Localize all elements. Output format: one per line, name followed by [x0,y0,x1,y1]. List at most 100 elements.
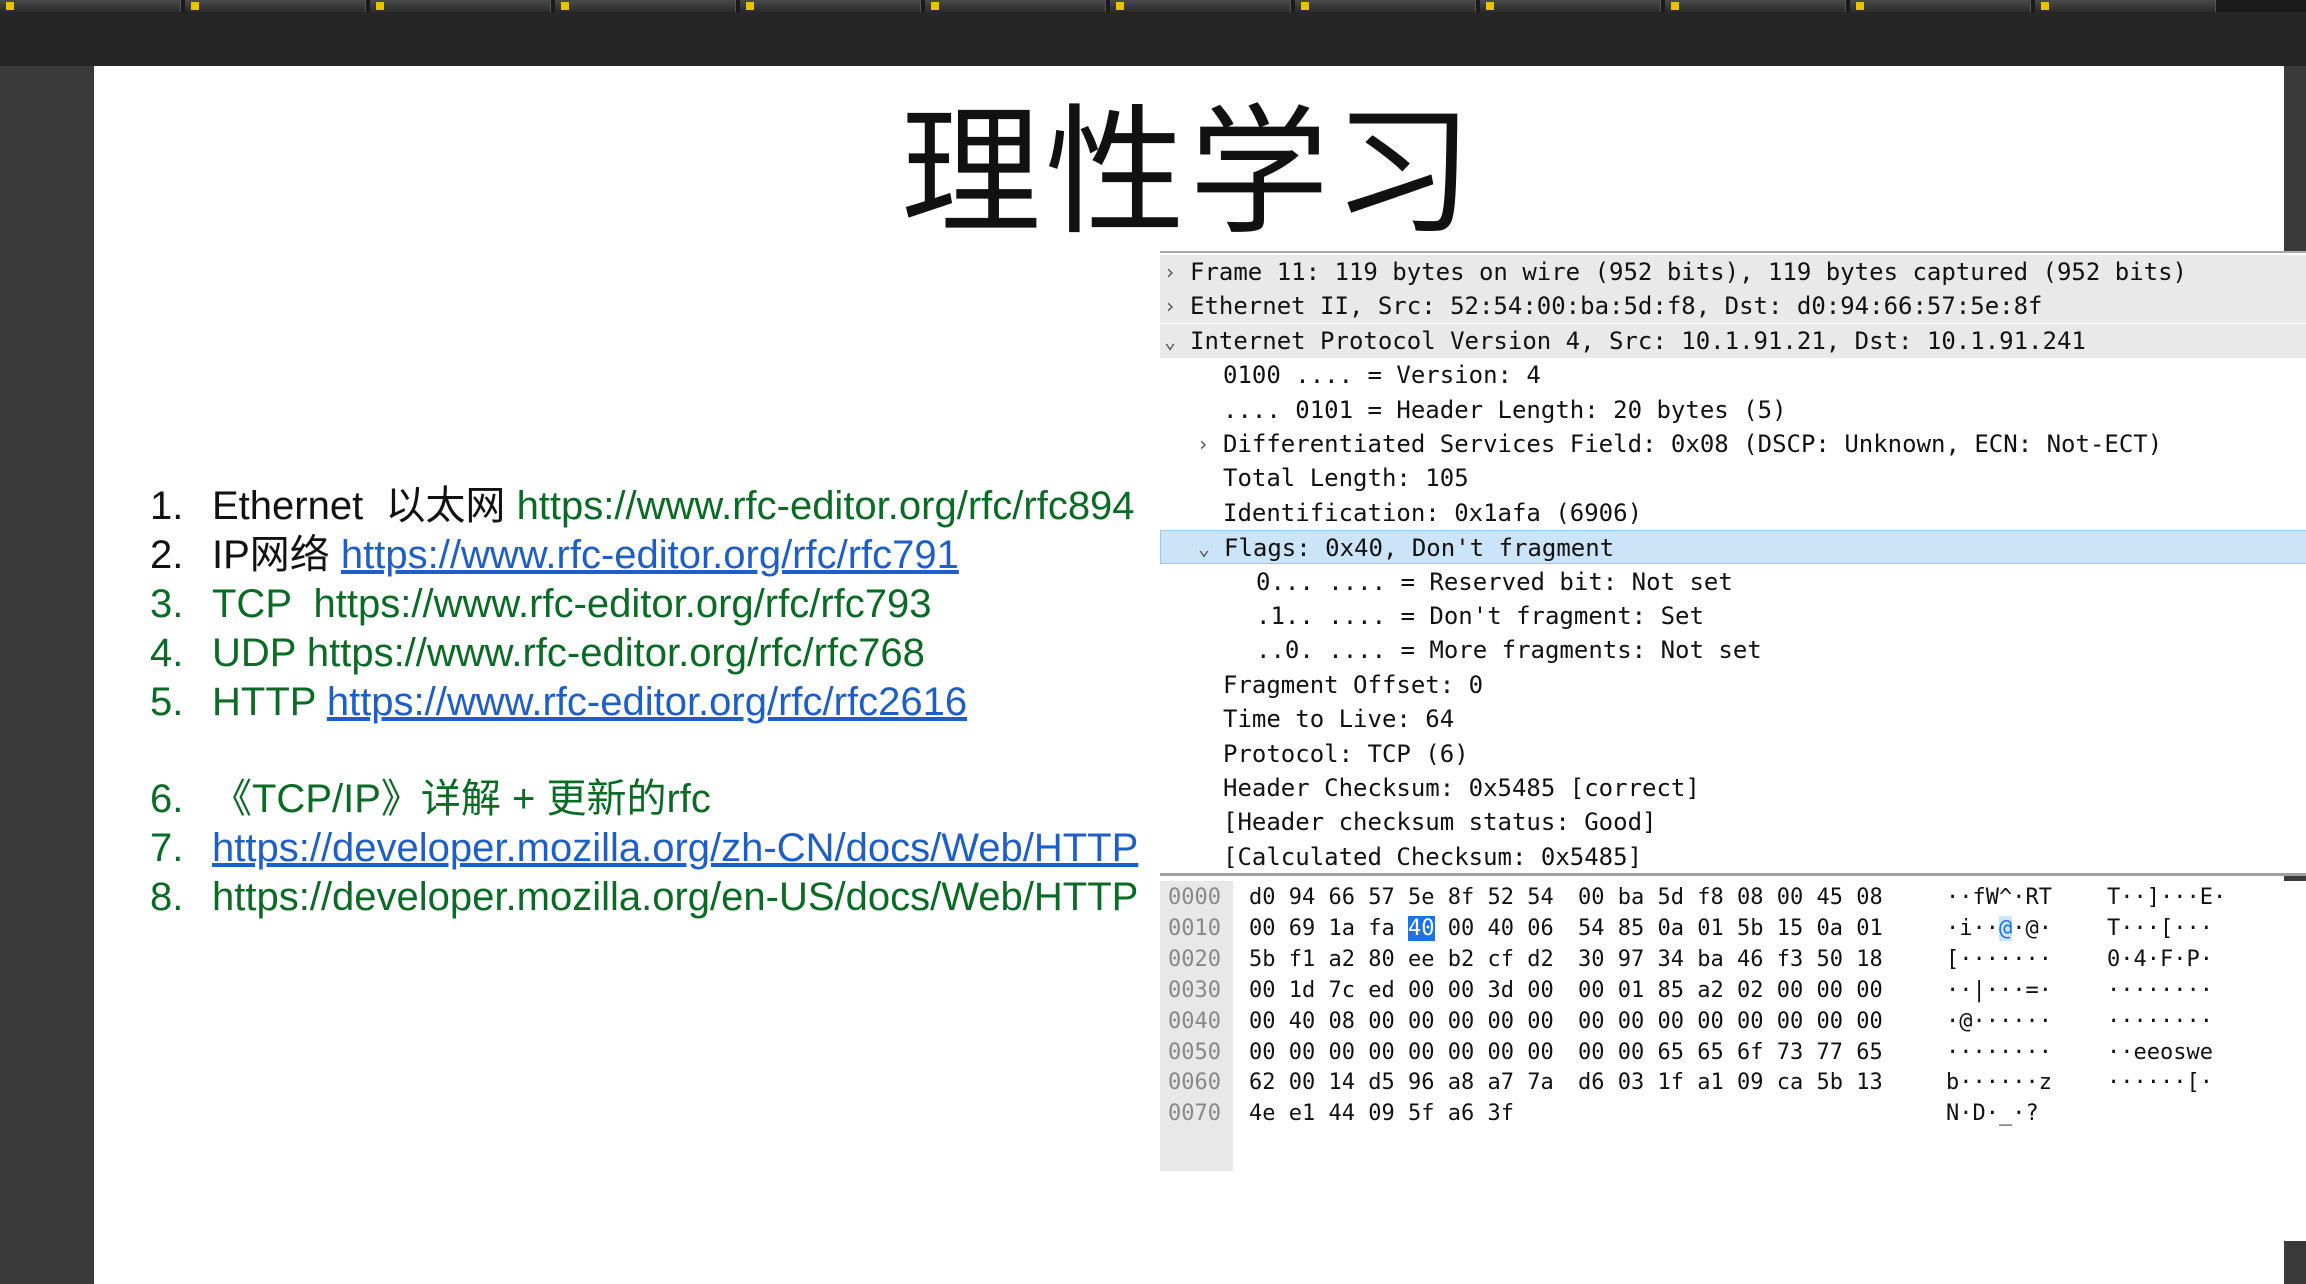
taskbar-button[interactable] [185,0,366,12]
hex-byte[interactable]: 00 [1289,1070,1316,1095]
hex-row[interactable]: 0050 00 00 00 00 00 00 00 00 00 00 65 65 6… [1160,1037,2306,1068]
hex-byte[interactable]: a2 [1329,947,1356,972]
expand-arrow-icon[interactable]: › [1160,289,1180,323]
hex-byte[interactable]: 00 [1368,1040,1395,1065]
hex-byte[interactable]: 1d [1289,978,1316,1003]
taskbar-button[interactable] [1665,0,1846,12]
packet-detail-row[interactable]: Protocol: TCP (6) [1160,737,2306,771]
hex-byte[interactable]: f1 [1289,947,1316,972]
hex-byte[interactable]: 01 [1697,916,1724,941]
packet-detail-row[interactable]: Fragment Offset: 0 [1160,668,2306,702]
hex-byte[interactable]: 85 [1618,916,1645,941]
packet-detail-row[interactable]: › Differentiated Services Field: 0x08 (DS… [1160,427,2306,461]
hex-byte[interactable]: ed [1368,978,1395,1003]
hex-byte[interactable]: 00 [1249,916,1276,941]
hex-byte[interactable]: 00 [1289,1040,1316,1065]
hex-byte[interactable]: 03 [1618,1070,1645,1095]
taskbar-button[interactable] [925,0,1106,12]
hex-byte[interactable]: d6 [1578,1070,1605,1095]
taskbar-button[interactable] [370,0,551,12]
hex-byte[interactable]: 14 [1329,1070,1356,1095]
taskbar-button[interactable] [1295,0,1476,12]
hex-byte[interactable]: f8 [1697,885,1724,910]
hex-byte[interactable]: 65 [1697,1040,1724,1065]
expand-arrow-icon[interactable]: › [1160,255,1180,289]
hex-byte[interactable]: 00 [1527,1040,1554,1065]
hex-byte[interactable]: 00 [1777,885,1804,910]
hex-byte[interactable]: 00 [1527,1009,1554,1034]
hex-byte[interactable]: fa [1368,916,1395,941]
hex-byte[interactable]: 5b [1249,947,1276,972]
hex-byte[interactable]: 96 [1408,1070,1435,1095]
hex-byte[interactable]: 34 [1658,947,1685,972]
taskbar-button[interactable] [1110,0,1291,12]
hex-byte[interactable]: 4e [1249,1101,1276,1126]
hex-byte[interactable]: ca [1777,1070,1804,1095]
hex-byte[interactable]: 00 [1856,1009,1883,1034]
hex-byte[interactable]: 69 [1289,916,1316,941]
packet-detail-row[interactable]: [Calculated Checksum: 0x5485] [1160,840,2306,874]
hex-byte[interactable]: 00 [1488,1040,1515,1065]
hex-byte[interactable]: 94 [1289,885,1316,910]
hex-byte[interactable]: a8 [1448,1070,1475,1095]
hex-byte[interactable]: 50 [1817,947,1844,972]
hex-byte[interactable]: 01 [1618,978,1645,1003]
hex-byte[interactable]: 30 [1578,947,1605,972]
hex-row[interactable]: 0030 00 1d 7c ed 00 00 3d 00 00 01 85 a2 0… [1160,975,2306,1006]
hex-byte[interactable]: 09 [1368,1101,1395,1126]
hex-byte[interactable]: 00 [1329,1040,1356,1065]
packet-detail-row[interactable]: ⌄ Flags: 0x40, Don't fragment [1160,530,2306,565]
reference-url-link[interactable]: https://www.rfc-editor.org/rfc/rfc2616 [327,678,967,727]
hex-byte[interactable]: 18 [1856,947,1883,972]
reference-url-link[interactable]: https://developer.mozilla.org/en-US/docs… [212,873,1138,922]
hex-byte[interactable]: 0a [1817,916,1844,941]
hex-byte[interactable]: 00 [1618,1009,1645,1034]
hex-byte[interactable]: 5b [1817,1070,1844,1095]
hex-byte[interactable]: 00 [1578,978,1605,1003]
hex-byte[interactable]: 13 [1856,1070,1883,1095]
hex-byte[interactable]: 00 [1448,916,1475,941]
taskbar-button[interactable] [1480,0,1661,12]
hex-byte[interactable]: ee [1408,947,1435,972]
hex-row[interactable]: 0000 d0 94 66 57 5e 8f 52 54 00 ba 5d f8 0… [1160,882,2306,913]
packet-detail-row[interactable]: ..0. .... = More fragments: Not set [1160,633,2306,667]
hex-byte[interactable]: 57 [1368,885,1395,910]
hex-byte[interactable]: 77 [1817,1040,1844,1065]
hex-byte[interactable]: 5f [1408,1101,1435,1126]
hex-byte[interactable]: 00 [1856,978,1883,1003]
hex-byte[interactable]: 40 [1289,1009,1316,1034]
hex-byte[interactable]: 7c [1329,978,1356,1003]
hex-byte[interactable]: 00 [1448,1040,1475,1065]
hex-byte[interactable]: a6 [1448,1101,1475,1126]
hex-byte[interactable]: 01 [1856,916,1883,941]
hex-row[interactable]: 0040 00 40 08 00 00 00 00 00 00 00 00 00 0… [1160,1006,2306,1037]
hex-row[interactable]: 0060 62 00 14 d5 96 a8 a7 7a d6 03 1f a1 0… [1160,1067,2306,1098]
packet-detail-row[interactable]: › Ethernet II, Src: 52:54:00:ba:5d:f8, Ds… [1160,289,2306,324]
hex-byte[interactable]: a7 [1488,1070,1515,1095]
hex-byte[interactable]: 85 [1658,978,1685,1003]
hex-byte[interactable]: 65 [1856,1040,1883,1065]
hex-row[interactable]: 0020 5b f1 a2 80 ee b2 cf d2 30 97 34 ba 4… [1160,944,2306,975]
reference-url-link[interactable]: https://developer.mozilla.org/zh-CN/docs… [212,824,1138,873]
hex-byte[interactable]: 97 [1618,947,1645,972]
hex-byte[interactable]: f3 [1777,947,1804,972]
hex-byte[interactable]: e1 [1289,1101,1316,1126]
hex-byte[interactable]: 44 [1329,1101,1356,1126]
expand-arrow-icon[interactable]: › [1193,427,1213,461]
hex-byte[interactable]: 54 [1527,885,1554,910]
reference-url-link[interactable]: https://www.rfc-editor.org/rfc/rfc791 [341,531,959,580]
hex-byte[interactable]: 00 [1488,1009,1515,1034]
hex-byte[interactable]: 5e [1408,885,1435,910]
reference-url-link[interactable]: https://www.rfc-editor.org/rfc/rfc768 [307,629,925,678]
packet-detail-row[interactable]: .1.. .... = Don't fragment: Set [1160,599,2306,633]
packet-detail-row[interactable]: 0... .... = Reserved bit: Not set [1160,565,2306,599]
hex-byte[interactable]: 00 [1448,978,1475,1003]
hex-byte[interactable]: 7a [1527,1070,1554,1095]
hex-byte[interactable]: 00 [1408,1009,1435,1034]
hex-byte[interactable]: 00 [1618,1040,1645,1065]
packet-detail-row[interactable]: ⌄ Internet Protocol Version 4, Src: 10.1.… [1160,323,2306,358]
hex-byte[interactable]: 3f [1488,1101,1515,1126]
packet-detail-row[interactable]: › Frame 11: 119 bytes on wire (952 bits),… [1160,255,2306,289]
hex-byte[interactable]: 00 [1249,978,1276,1003]
packet-detail-row[interactable]: Header Checksum: 0x5485 [correct] [1160,771,2306,805]
